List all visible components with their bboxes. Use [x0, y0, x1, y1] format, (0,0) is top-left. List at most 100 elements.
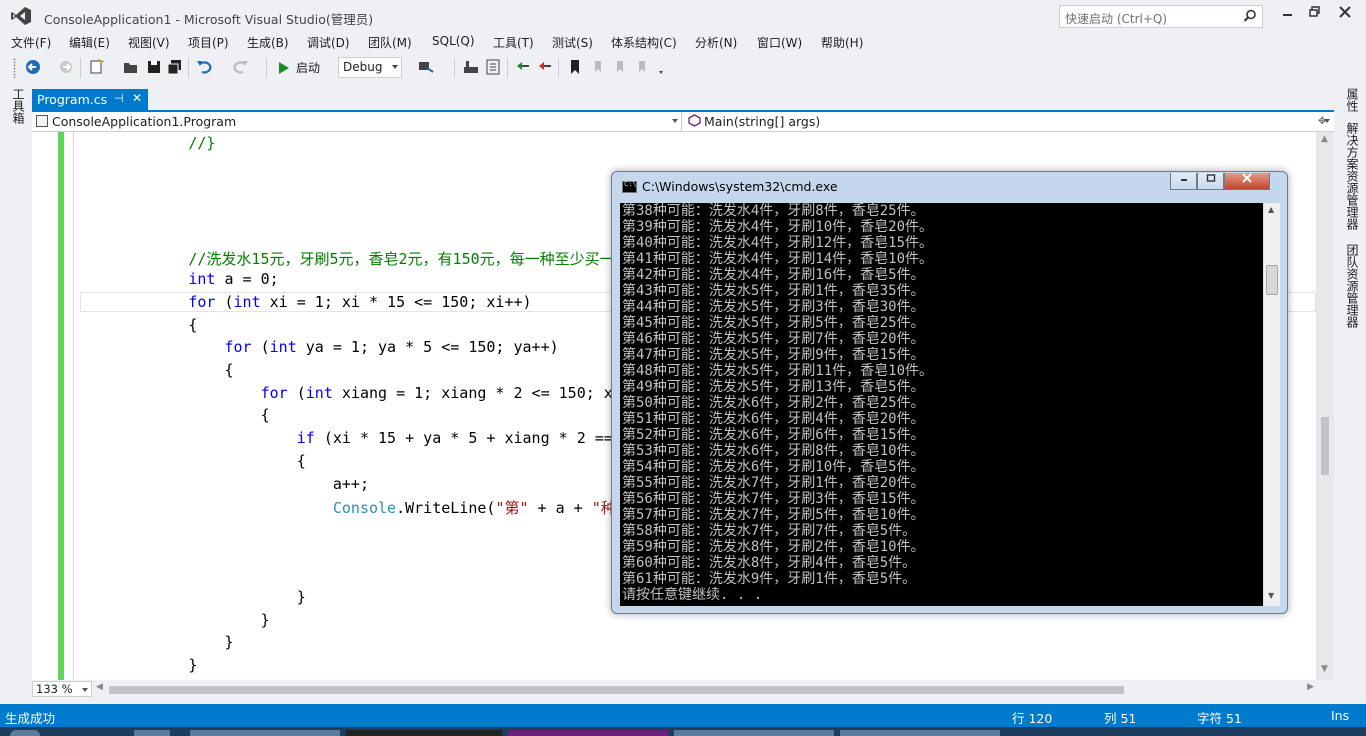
code-line: //}	[80, 134, 215, 152]
console-line: 第57种可能：洗发水7件，牙刷5件，香皂10件。	[622, 507, 925, 523]
toolbar-grip[interactable]	[13, 58, 16, 78]
menu-help[interactable]: 帮助(H)	[821, 34, 863, 51]
code-token: Console	[332, 499, 397, 518]
status-line: 行 120	[1012, 711, 1053, 726]
solution-configuration-select[interactable]: Debug	[338, 57, 402, 78]
code-token: }	[188, 656, 198, 675]
taskbar-item[interactable]	[840, 730, 1000, 736]
scroll-up-icon[interactable]: ▲	[1268, 205, 1274, 214]
menu-view[interactable]: 视图(V)	[128, 34, 170, 51]
taskbar-item[interactable]	[134, 730, 170, 736]
uncomment-icon[interactable]	[536, 58, 554, 76]
member-dropdown[interactable]: Main(string[] args)	[684, 112, 1334, 131]
navigate-forward-icon[interactable]	[57, 58, 75, 76]
scroll-right-icon[interactable]: ▶	[1307, 682, 1314, 692]
code-token: }	[224, 633, 234, 652]
menu-window[interactable]: 窗口(W)	[757, 34, 802, 51]
cmd-window[interactable]: C:\Windows\system32\cmd.exe 第38种可能：洗发水4件…	[611, 171, 1288, 614]
taskbar-item[interactable]	[508, 730, 668, 736]
menu-architecture[interactable]: 体系结构(C)	[611, 34, 677, 51]
close-icon[interactable]: ✕	[132, 91, 142, 105]
menu-tools[interactable]: 工具(T)	[493, 34, 534, 51]
menu-file[interactable]: 文件(F)	[11, 34, 51, 51]
menu-analyze[interactable]: 分析(N)	[695, 34, 737, 51]
member-name: Main(string[] args)	[704, 114, 821, 129]
console-line: 第54种可能：洗发水6件，牙刷10件，香皂5件。	[622, 459, 925, 475]
console-scrollbar[interactable]: ▲ ▼	[1263, 203, 1280, 606]
start-orb[interactable]	[10, 730, 40, 736]
save-icon[interactable]	[145, 58, 163, 76]
taskbar-item[interactable]	[674, 730, 834, 736]
taskbar-item[interactable]	[190, 730, 340, 736]
menu-test[interactable]: 测试(S)	[552, 34, 593, 51]
clear-bookmarks-icon[interactable]	[633, 58, 651, 76]
configuration-value: Debug	[343, 60, 383, 74]
comment-out-icon[interactable]	[514, 58, 532, 76]
quick-launch-input[interactable]: 快速启动 (Ctrl+Q)	[1059, 5, 1263, 28]
find-in-files-icon[interactable]	[462, 58, 480, 76]
scroll-up-icon[interactable]: ▲	[1321, 134, 1328, 144]
toolbox-tab[interactable]: 工具箱	[10, 88, 27, 124]
console-line: 第40种可能：洗发水4件，牙刷12件，香皂15件。	[622, 235, 933, 251]
tab-program-cs[interactable]: Program.cs ⊣ ✕	[32, 89, 148, 110]
menu-project[interactable]: 项目(P)	[188, 34, 229, 51]
open-file-icon[interactable]	[122, 58, 140, 76]
minimize-button[interactable]	[1277, 6, 1299, 24]
solution-explorer-icon[interactable]	[484, 58, 502, 76]
team-explorer-tab[interactable]: 团队资源管理器	[1344, 244, 1361, 328]
start-debugging-button[interactable]: 启动	[276, 57, 320, 79]
editor-vertical-scrollbar[interactable]: ▲ ▼	[1316, 132, 1334, 680]
properties-tab[interactable]: 属性	[1344, 88, 1361, 112]
toolbar-separator	[507, 58, 508, 78]
toolbar-overflow-icon[interactable]	[655, 58, 673, 76]
close-window-button[interactable]	[1334, 6, 1356, 24]
code-token: (	[287, 383, 306, 402]
navigate-back-icon[interactable]	[24, 58, 42, 76]
menu-sql[interactable]: SQL(Q)	[432, 34, 475, 48]
scroll-down-icon[interactable]: ▼	[1268, 591, 1274, 600]
code-token: {	[260, 406, 270, 425]
menu-team[interactable]: 团队(M)	[368, 34, 412, 51]
solution-explorer-tab[interactable]: 解决方案资源管理器	[1344, 122, 1361, 230]
cmd-minimize-button[interactable]	[1170, 173, 1197, 190]
previous-bookmark-icon[interactable]	[589, 58, 607, 76]
code-token: (xi * 15 + ya * 5 + xiang * 2 == 150)	[314, 429, 658, 448]
status-message: 生成成功	[5, 711, 56, 726]
restore-button[interactable]	[1304, 6, 1326, 24]
type-dropdown[interactable]: ConsoleApplication1.Program	[32, 112, 682, 131]
save-all-icon[interactable]	[166, 58, 184, 76]
console-output[interactable]: 第38种可能：洗发水4件，牙刷8件，香皂25件。 第39种可能：洗发水4件，牙刷1…	[620, 203, 1280, 606]
toolbar-separator	[80, 58, 81, 78]
menu-edit[interactable]: 编辑(E)	[69, 34, 110, 51]
menu-debug[interactable]: 调试(D)	[307, 34, 350, 51]
split-window-icon[interactable]: ✥	[1318, 116, 1326, 127]
taskbar-item[interactable]	[346, 730, 502, 736]
cmd-close-button[interactable]	[1224, 173, 1270, 190]
cmd-icon	[622, 180, 637, 193]
console-line: 第61种可能：洗发水9件，牙刷1件，香皂5件。	[622, 571, 917, 587]
status-char: 字符 51	[1197, 711, 1242, 726]
editor-horizontal-scrollbar[interactable]: ◀ ▶	[96, 681, 1316, 697]
menu-build[interactable]: 生成(B)	[247, 34, 289, 51]
redo-icon[interactable]	[231, 58, 249, 76]
attach-process-icon[interactable]	[417, 58, 435, 76]
scrollbar-thumb[interactable]	[1321, 417, 1329, 475]
bookmark-icon[interactable]	[566, 58, 584, 76]
zoom-level-select[interactable]: 133 %	[32, 681, 92, 697]
undo-icon[interactable]	[196, 58, 214, 76]
scrollbar-thumb[interactable]	[109, 686, 1124, 694]
new-project-icon[interactable]	[88, 58, 106, 76]
cmd-maximize-button[interactable]	[1197, 173, 1224, 190]
code-token: {	[224, 361, 234, 379]
pin-icon[interactable]: ⊣	[114, 92, 124, 105]
scroll-left-icon[interactable]: ◀	[96, 682, 103, 692]
os-taskbar	[0, 727, 1366, 736]
scroll-down-icon[interactable]: ▼	[1321, 664, 1328, 674]
scrollbar-thumb[interactable]	[1266, 265, 1278, 295]
next-bookmark-icon[interactable]	[611, 58, 629, 76]
